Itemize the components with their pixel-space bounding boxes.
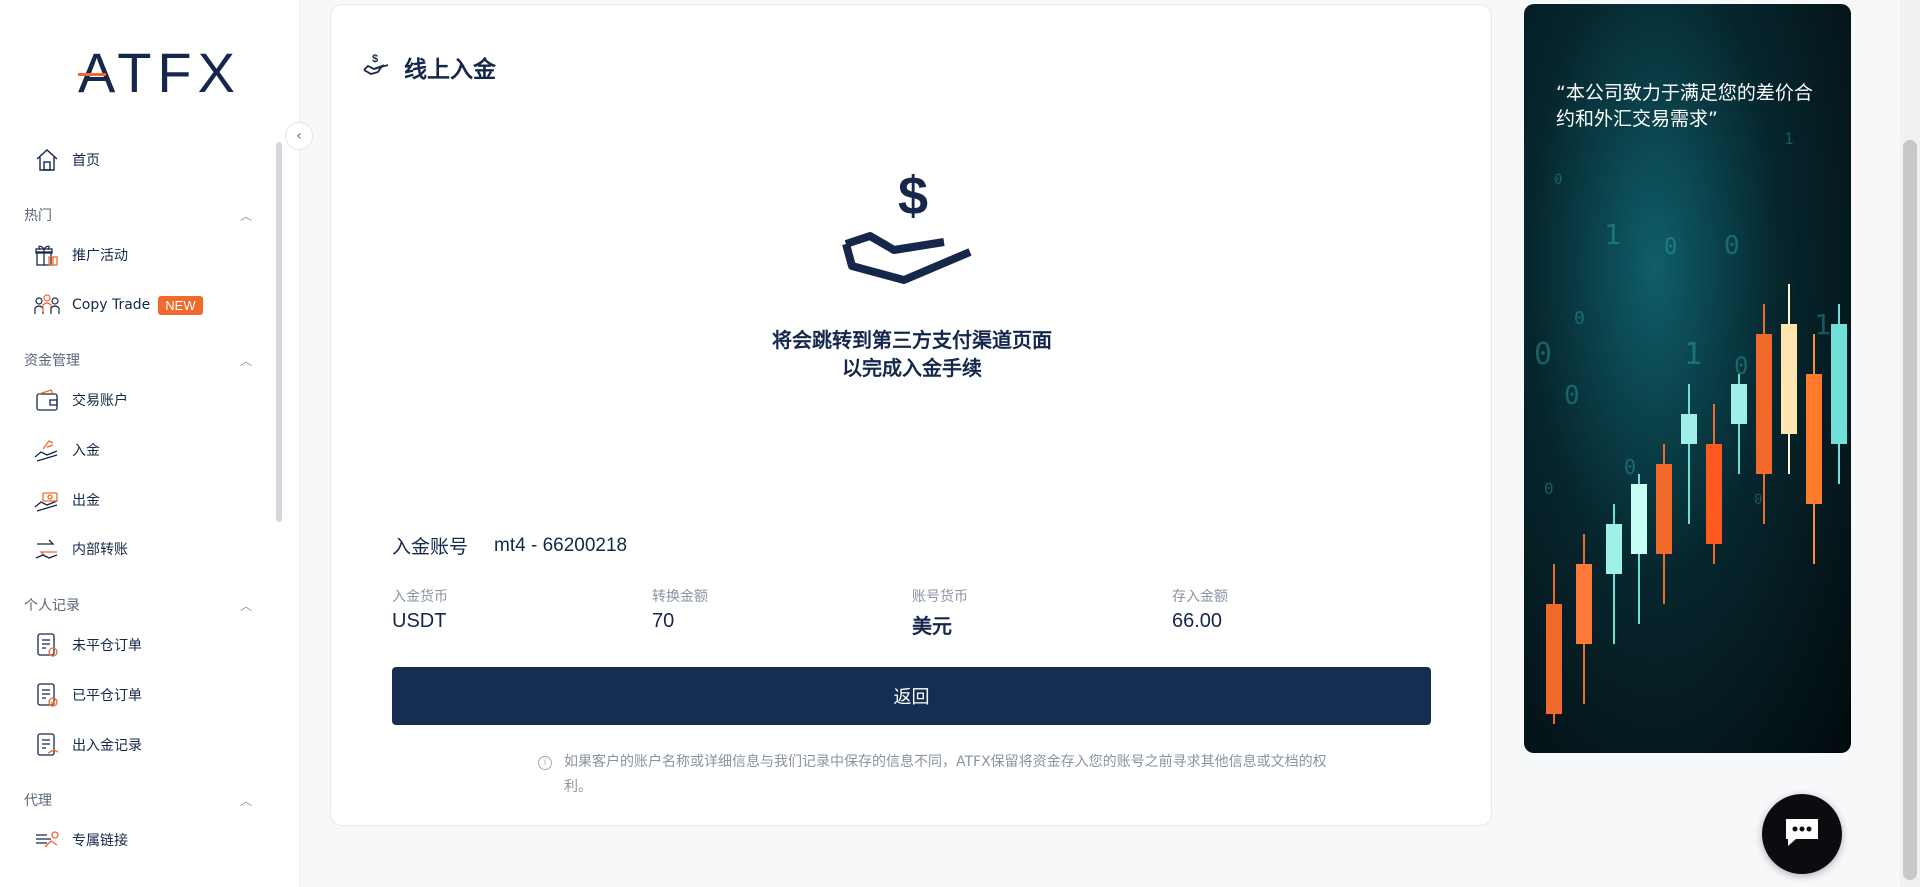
sidebar-item-label: 入金 xyxy=(72,443,100,459)
field-label: 转换金额 xyxy=(652,589,708,605)
chat-button[interactable] xyxy=(1762,794,1842,874)
svg-text:0: 0 xyxy=(1724,231,1740,261)
chevron-up-icon: ︿ xyxy=(239,353,252,368)
svg-text:0: 0 xyxy=(1534,337,1552,372)
gift-icon xyxy=(32,240,62,270)
sidebar-item-label: 已平仓订单 xyxy=(72,688,142,704)
svg-text:0: 0 xyxy=(1564,381,1580,411)
sidebar-item-label: 出入金记录 xyxy=(72,738,142,754)
svg-text:0: 0 xyxy=(1554,172,1562,188)
field-label: 入金货币 xyxy=(392,589,448,605)
sidebar-item-label: 交易账户 xyxy=(72,393,128,409)
promo-tagline: “本公司致力于满足您的差价合约和外汇交易需求” xyxy=(1556,82,1813,130)
sidebar-item-promotions[interactable]: 推广活动 xyxy=(32,237,128,273)
sidebar-item-trading-account[interactable]: 交易账户 xyxy=(32,382,128,418)
sidebar-item-funding-records[interactable]: 出入金记录 xyxy=(32,727,142,763)
back-button[interactable]: 返回 xyxy=(392,667,1431,725)
page-title-text: 线上入金 xyxy=(404,57,496,83)
sidebar-item-internal-transfer[interactable]: 内部转账 xyxy=(32,531,128,567)
deposit-account-label: 入金账号 xyxy=(392,536,469,558)
sidebar-item-label: 推广活动 xyxy=(72,248,128,264)
sidebar-item-closed-orders[interactable]: 已平仓订单 xyxy=(32,677,142,713)
home-icon xyxy=(32,145,62,175)
withdraw-icon xyxy=(32,485,62,515)
section-fund-management[interactable]: 资金管理 ︿ xyxy=(24,350,252,370)
chevron-left-icon: ‹ xyxy=(296,128,302,144)
chevron-up-icon: ︿ xyxy=(239,208,252,223)
field-label: 账号货币 xyxy=(912,589,968,605)
closed-orders-icon xyxy=(32,680,62,710)
section-hot[interactable]: 热门 ︿ xyxy=(24,205,252,225)
new-badge: NEW xyxy=(158,295,203,315)
money-hand-icon: $ xyxy=(842,166,982,290)
svg-text:0: 0 xyxy=(1734,352,1748,380)
svg-text:0: 0 xyxy=(1574,308,1585,329)
deposit-hand-icon: $ xyxy=(362,50,390,84)
open-orders-icon xyxy=(32,630,62,660)
link-icon xyxy=(32,825,62,855)
chevron-up-icon: ︿ xyxy=(239,598,252,613)
field-value: 美元 xyxy=(912,614,952,638)
sidebar-item-home[interactable]: 首页 xyxy=(32,142,100,178)
redirect-message-line1: 将会跳转到第三方支付渠道页面 xyxy=(772,328,1052,352)
sidebar-item-copy-trade[interactable]: Copy Trade NEW xyxy=(32,287,203,323)
people-icon xyxy=(32,290,62,320)
deposit-account-value: mt4 - 66200218 xyxy=(494,534,628,556)
field-deposit-amount: 存入金额 66.00 xyxy=(1172,586,1228,633)
sidebar-item-deposit[interactable]: 入金 xyxy=(32,432,100,468)
page-scrollbar-thumb[interactable] xyxy=(1903,140,1917,880)
svg-text:0: 0 xyxy=(1624,455,1636,479)
notice-text: 如果客户的账户名称或详细信息与我们记录中保存的信息不同，ATFX保留将资金存入您… xyxy=(564,754,1327,795)
sidebar-item-label: 首页 xyxy=(72,153,100,169)
field-value: 66.00 xyxy=(1172,610,1223,632)
section-agent[interactable]: 代理 ︿ xyxy=(24,790,252,810)
info-icon: i xyxy=(538,756,552,770)
sidebar-item-withdraw[interactable]: 出金 xyxy=(32,482,100,518)
redirect-message: 将会跳转到第三方支付渠道页面 以完成入金手续 xyxy=(640,326,1184,382)
collapse-sidebar-button[interactable]: ‹ xyxy=(285,122,313,150)
sidebar-item-label: 出金 xyxy=(72,493,100,509)
promo-banner[interactable]: 0 1 0 0 1 1 0 1 0 0 0 0 0 0 “本公司致力于满足您的差… xyxy=(1524,4,1851,753)
chat-icon xyxy=(1782,815,1822,853)
section-title: 个人记录 xyxy=(24,598,80,614)
funding-records-icon xyxy=(32,730,62,760)
svg-text:1: 1 xyxy=(1604,218,1621,251)
sidebar-scrollbar[interactable] xyxy=(276,142,282,522)
sidebar-item-label: 未平仓订单 xyxy=(72,638,142,654)
sidebar-item-exclusive-link[interactable]: 专属链接 xyxy=(32,822,128,858)
svg-text:1: 1 xyxy=(1684,337,1702,372)
svg-text:0: 0 xyxy=(1664,235,1677,260)
chevron-up-icon: ︿ xyxy=(239,793,252,808)
svg-text:1: 1 xyxy=(1814,308,1831,341)
section-title: 资金管理 xyxy=(24,353,80,369)
svg-text:0: 0 xyxy=(1544,479,1554,498)
svg-text:0: 0 xyxy=(1754,492,1762,508)
field-value: USDT xyxy=(392,610,447,632)
logo-accent-stroke xyxy=(78,73,106,76)
svg-text:$: $ xyxy=(898,166,928,226)
sidebar-item-label: 专属链接 xyxy=(72,833,128,849)
field-account-currency: 账号货币 美元 xyxy=(912,586,968,639)
sidebar-item-open-orders[interactable]: 未平仓订单 xyxy=(32,627,142,663)
deposit-icon xyxy=(32,435,62,465)
page-title: $ 线上入金 xyxy=(362,50,496,84)
transfer-icon xyxy=(32,534,62,564)
field-deposit-currency: 入金货币 USDT xyxy=(392,586,448,633)
redirect-message-line2: 以完成入金手续 xyxy=(842,356,982,380)
notice: i 如果客户的账户名称或详细信息与我们记录中保存的信息不同，ATFX保留将资金存… xyxy=(538,750,1348,800)
field-value: 70 xyxy=(652,610,675,632)
deposit-account-row: 入金账号 mt4 - 66200218 xyxy=(392,532,627,559)
sidebar-item-label: 内部转账 xyxy=(72,542,128,558)
sidebar-item-label: Copy Trade xyxy=(72,297,151,313)
wallet-icon xyxy=(32,385,62,415)
sidebar: ATFX 首页 热门 ︿ 推广活动 Copy Trade NEW 资金管理 ︿ … xyxy=(0,0,300,887)
section-title: 代理 xyxy=(24,793,52,809)
section-title: 热门 xyxy=(24,208,52,224)
field-converted-amount: 转换金额 70 xyxy=(652,586,708,633)
svg-text:$: $ xyxy=(372,53,378,65)
section-personal-records[interactable]: 个人记录 ︿ xyxy=(24,595,252,615)
field-label: 存入金额 xyxy=(1172,589,1228,605)
